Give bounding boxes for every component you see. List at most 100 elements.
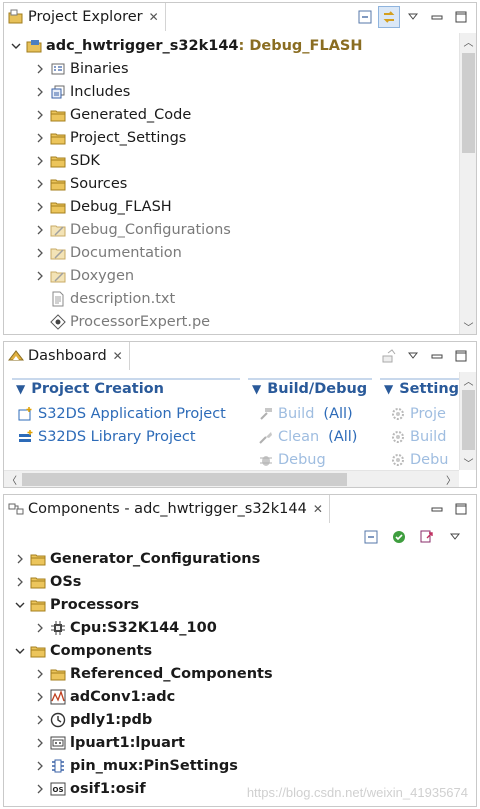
dashboard-vertical-scrollbar[interactable]: ︿ ﹀ bbox=[459, 372, 476, 470]
scroll-left-arrow[interactable]: 〈 bbox=[4, 471, 20, 487]
chevron-right-icon[interactable] bbox=[34, 109, 46, 121]
scroll-thumb[interactable] bbox=[462, 390, 475, 450]
chevron-down-icon[interactable] bbox=[10, 40, 22, 52]
tree-item-binaries[interactable]: Binaries bbox=[34, 57, 129, 80]
chevron-down-icon[interactable] bbox=[14, 645, 26, 657]
link-scope: (All) bbox=[323, 406, 353, 422]
tab-project-explorer[interactable]: Project Explorer ✕ bbox=[4, 3, 166, 31]
collapse-all-icon[interactable] bbox=[360, 526, 382, 548]
chevron-right-icon[interactable] bbox=[14, 553, 26, 565]
component-item-osif1-osif[interactable]: OS osif1:osif bbox=[34, 777, 146, 800]
chevron-right-icon[interactable] bbox=[34, 691, 46, 703]
tree-item-processorexpert-pe[interactable]: ProcessorExpert.pe bbox=[34, 310, 210, 333]
section-project-creation[interactable]: ▼ Project Creation bbox=[12, 378, 240, 398]
collapse-all-icon[interactable] bbox=[354, 6, 376, 28]
tree-item-debug-flash[interactable]: Debug_FLASH bbox=[34, 195, 172, 218]
chevron-right-icon[interactable] bbox=[34, 737, 46, 749]
scroll-down-arrow[interactable]: ﹀ bbox=[460, 318, 476, 334]
tree-item-sources[interactable]: Sources bbox=[34, 172, 127, 195]
export-icon[interactable] bbox=[416, 526, 438, 548]
component-item-lpuart1-lpuart[interactable]: lpuart1:lpuart bbox=[34, 731, 185, 754]
dashboard-horizontal-scrollbar[interactable]: 〈 〉 bbox=[4, 470, 459, 487]
folder-icon bbox=[50, 666, 66, 682]
tree-item-debug-configurations[interactable]: Debug_Configurations bbox=[34, 218, 231, 241]
component-item-pdly1-pdb[interactable]: pdly1:pdb bbox=[34, 708, 152, 731]
scroll-thumb[interactable] bbox=[462, 53, 475, 153]
chevron-right-icon[interactable] bbox=[34, 247, 46, 259]
minimize-icon[interactable] bbox=[426, 498, 448, 520]
chevron-right-icon[interactable] bbox=[34, 270, 46, 282]
chevron-down-icon: ▼ bbox=[252, 382, 262, 396]
chevron-right-icon[interactable] bbox=[34, 178, 46, 190]
chevron-right-icon[interactable] bbox=[34, 63, 46, 75]
minimize-icon[interactable] bbox=[426, 6, 448, 28]
maximize-icon[interactable] bbox=[450, 498, 472, 520]
link-label: S32DS Library Project bbox=[38, 429, 196, 445]
close-icon[interactable]: ✕ bbox=[149, 10, 159, 24]
chevron-right-icon[interactable] bbox=[34, 224, 46, 236]
tree-item-project-settings[interactable]: Project_Settings bbox=[34, 126, 186, 149]
scroll-up-arrow[interactable]: ︿ bbox=[460, 33, 476, 49]
folder-excluded-icon bbox=[50, 268, 66, 284]
folder-icon bbox=[50, 130, 66, 146]
chevron-right-icon[interactable] bbox=[34, 714, 46, 726]
chevron-right-icon[interactable] bbox=[34, 155, 46, 167]
new-library-project-link[interactable]: S32DS Library Project bbox=[18, 429, 196, 445]
component-item-adconv1-adc[interactable]: adConv1:adc bbox=[34, 685, 175, 708]
clean-all-link[interactable]: Clean (All) bbox=[258, 429, 357, 445]
chevron-right-icon[interactable] bbox=[14, 576, 26, 588]
settings-debug-link[interactable]: Debu bbox=[390, 452, 448, 468]
components-tree: Generator_Configurations OSs Processors Cpu… bbox=[4, 547, 476, 806]
settings-project-link[interactable]: Proje bbox=[390, 406, 446, 422]
chevron-right-icon[interactable] bbox=[34, 132, 46, 144]
pdb-component-icon bbox=[50, 712, 66, 728]
link-with-editor-icon[interactable] bbox=[378, 6, 400, 28]
component-label: osif1:osif bbox=[70, 780, 146, 797]
component-item-generator-configurations[interactable]: Generator_Configurations bbox=[14, 547, 260, 570]
build-all-link[interactable]: Build (All) bbox=[258, 406, 353, 422]
generate-code-icon[interactable] bbox=[388, 526, 410, 548]
scroll-right-arrow[interactable]: 〉 bbox=[443, 471, 459, 487]
section-settings[interactable]: ▼ Setting bbox=[380, 378, 459, 398]
chevron-right-icon[interactable] bbox=[34, 622, 46, 634]
close-icon[interactable]: ✕ bbox=[313, 502, 323, 516]
view-menu-icon[interactable] bbox=[402, 6, 424, 28]
tree-root-project[interactable]: adc_hwtrigger_s32k144 : Debug_FLASH bbox=[10, 34, 363, 57]
folder-icon bbox=[30, 574, 46, 590]
chevron-right-icon[interactable] bbox=[34, 760, 46, 772]
component-item-pin-mux-pinsettings[interactable]: pin_mux:PinSettings bbox=[34, 754, 238, 777]
component-item-processors[interactable]: Processors bbox=[14, 593, 139, 616]
tree-item-description-txt[interactable]: description.txt bbox=[34, 287, 175, 310]
scroll-up-arrow[interactable]: ︿ bbox=[460, 372, 476, 388]
chevron-right-icon[interactable] bbox=[34, 783, 46, 795]
component-item-components[interactable]: Components bbox=[14, 639, 152, 662]
component-item-cpu-s32k144-100[interactable]: Cpu:S32K144_100 bbox=[34, 616, 217, 639]
component-label: pdly1:pdb bbox=[70, 711, 153, 728]
scroll-down-arrow[interactable]: ﹀ bbox=[460, 454, 476, 470]
components-tabbar: Components - adc_hwtrigger_s32k144 ✕ bbox=[4, 495, 476, 523]
tree-item-sdk[interactable]: SDK bbox=[34, 149, 100, 172]
settings-build-link[interactable]: Build bbox=[390, 429, 446, 445]
new-application-project-link[interactable]: S32DS Application Project bbox=[18, 406, 226, 422]
maximize-icon[interactable] bbox=[450, 6, 472, 28]
tree-item-includes[interactable]: Includes bbox=[34, 80, 130, 103]
scroll-thumb[interactable] bbox=[22, 473, 347, 486]
new-library-icon bbox=[18, 429, 34, 445]
tab-components[interactable]: Components - adc_hwtrigger_s32k144 ✕ bbox=[4, 495, 330, 523]
chevron-down-icon[interactable] bbox=[14, 599, 26, 611]
debug-link[interactable]: Debug bbox=[258, 452, 326, 468]
component-item-referenced-components[interactable]: Referenced_Components bbox=[34, 662, 273, 685]
view-menu-icon[interactable] bbox=[444, 526, 466, 548]
tree-item-doxygen[interactable]: Doxygen bbox=[34, 264, 134, 287]
component-label: Referenced_Components bbox=[70, 665, 273, 682]
component-item-oss[interactable]: OSs bbox=[14, 570, 81, 593]
chevron-right-icon[interactable] bbox=[34, 201, 46, 213]
tree-item-label: Doxygen bbox=[70, 267, 135, 284]
component-label: Generator_Configurations bbox=[50, 550, 261, 567]
chevron-right-icon[interactable] bbox=[34, 86, 46, 98]
tree-item-generated-code[interactable]: Generated_Code bbox=[34, 103, 191, 126]
chevron-right-icon[interactable] bbox=[34, 668, 46, 680]
tree-item-documentation[interactable]: Documentation bbox=[34, 241, 182, 264]
project-vertical-scrollbar[interactable]: ︿ ﹀ bbox=[459, 33, 476, 334]
section-build-debug[interactable]: ▼ Build/Debug bbox=[248, 378, 372, 398]
